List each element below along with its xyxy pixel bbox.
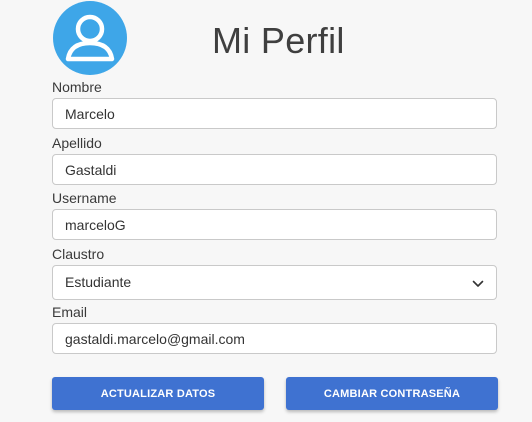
username-label: Username: [52, 190, 117, 206]
username-field-box: [52, 209, 497, 240]
username-input[interactable]: [53, 210, 496, 239]
user-avatar-icon: [53, 1, 127, 75]
email-field-box: [52, 323, 497, 354]
claustro-selected-value: Estudiante: [65, 274, 132, 290]
change-password-button[interactable]: CAMBIAR CONTRASEÑA: [286, 377, 498, 410]
claustro-select[interactable]: Estudiante: [52, 265, 497, 300]
update-data-button[interactable]: ACTUALIZAR DATOS: [52, 377, 264, 410]
apellido-label: Apellido: [52, 135, 102, 151]
chevron-down-icon: [472, 277, 484, 289]
page-title: Mi Perfil: [212, 20, 345, 61]
email-input[interactable]: [53, 324, 496, 353]
nombre-field-box: [52, 98, 497, 129]
nombre-input[interactable]: [53, 99, 496, 128]
profile-page: Mi Perfil Nombre Apellido Username Claus…: [0, 0, 532, 422]
apellido-input[interactable]: [53, 155, 496, 184]
email-label: Email: [52, 304, 88, 320]
nombre-label: Nombre: [52, 79, 102, 95]
claustro-label: Claustro: [52, 246, 105, 262]
apellido-field-box: [52, 154, 497, 185]
